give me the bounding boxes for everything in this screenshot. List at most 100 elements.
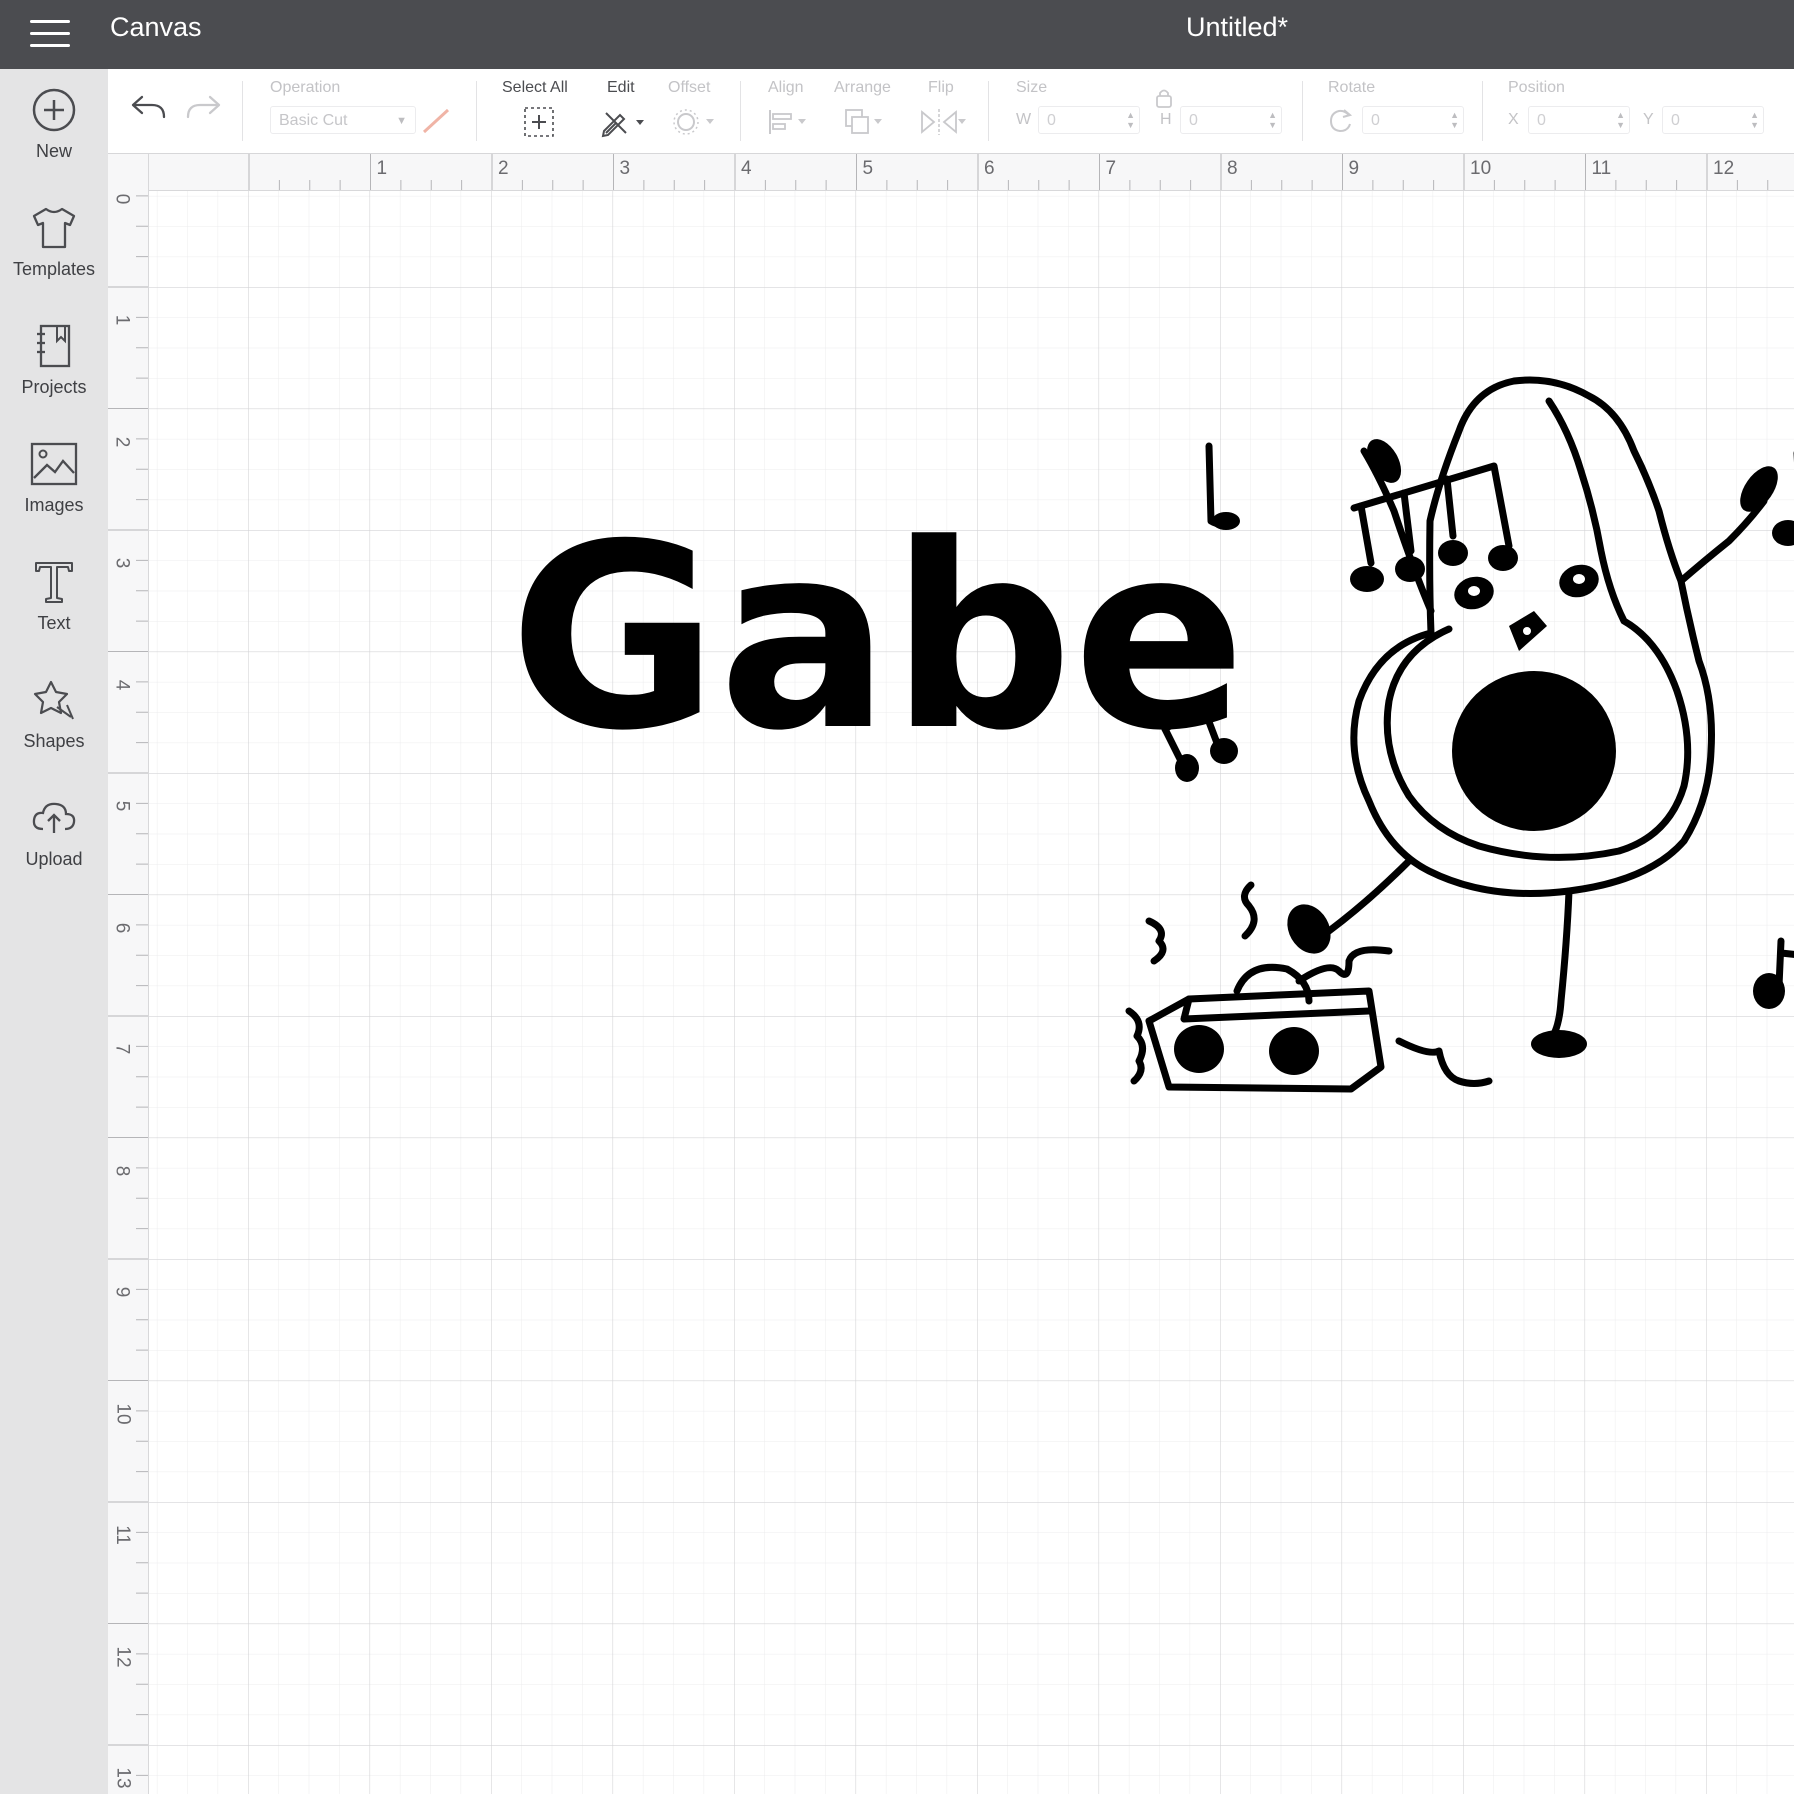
pos-y-label: Y <box>1643 111 1654 128</box>
ruler-left-label: 12 <box>112 1645 134 1668</box>
ruler-top-label: 10 <box>1470 158 1492 179</box>
stepper-icon[interactable]: ▲ ▼ <box>1750 110 1759 130</box>
stepper-icon[interactable]: ▲ ▼ <box>1268 110 1277 130</box>
sidebar-item-projects[interactable]: Projects <box>0 315 108 425</box>
select-all-label: Select All <box>502 79 568 96</box>
ruler-top-label: 6 <box>984 158 995 179</box>
sidebar-item-shapes[interactable]: Shapes <box>0 669 108 779</box>
app-title: Canvas <box>110 12 202 42</box>
ruler-left-label: 1 <box>111 314 133 326</box>
pos-x-label: X <box>1508 111 1519 128</box>
flip-icon[interactable] <box>918 107 968 137</box>
left-sidebar: New Templates Projects Images Text Shape… <box>0 69 109 1794</box>
position-y-value: 0 <box>1671 112 1680 129</box>
design-canvas[interactable]: Gabe <box>149 191 1794 1794</box>
stepper-icon[interactable]: ▲ ▼ <box>1450 110 1459 130</box>
ruler-top-label: 11 <box>1591 158 1612 179</box>
position-x-input[interactable]: 0 ▲ ▼ <box>1528 106 1630 134</box>
sidebar-item-label: Text <box>37 613 71 633</box>
size-label: Size <box>1016 79 1048 96</box>
ruler-left-ticks <box>108 195 148 1776</box>
ruler-left-label: 9 <box>111 1286 133 1298</box>
sidebar-item-new[interactable]: New <box>0 79 108 189</box>
hamburger-icon[interactable] <box>30 14 70 54</box>
ruler-left-label: 5 <box>111 800 133 812</box>
ruler-top-ticks <box>248 154 1769 190</box>
flip-label: Flip <box>928 79 954 96</box>
ruler-top-label: 12 <box>1713 158 1735 179</box>
linetype-color-swatch[interactable] <box>420 106 452 136</box>
select-all-icon[interactable] <box>522 105 556 139</box>
plus-circle-icon <box>32 88 76 132</box>
ruler-left-label: 4 <box>111 679 133 690</box>
sidebar-item-label: Shapes <box>23 731 85 751</box>
ruler-top-label: 9 <box>1348 158 1360 179</box>
avocado-dancing-boombox-image[interactable] <box>969 281 1794 1141</box>
ruler-left-label: 11 <box>111 1525 133 1545</box>
size-w-label: W <box>1016 111 1032 128</box>
size-width-input[interactable]: 0 ▲ ▼ <box>1038 106 1140 134</box>
ruler-left: 0 1 2 3 4 5 6 7 8 9 10 11 12 13 <box>108 154 149 1794</box>
top-bar: Canvas Untitled* <box>0 0 1794 69</box>
ruler-left-label: 8 <box>111 1165 133 1176</box>
ruler-left-label: 6 <box>111 922 133 933</box>
toolbar: Operation Basic Cut ▼ Select All Edit Of… <box>108 69 1794 154</box>
ruler-top-label: 8 <box>1227 158 1238 179</box>
position-label: Position <box>1508 79 1565 96</box>
stepper-icon[interactable]: ▲ ▼ <box>1616 110 1625 130</box>
rotate-input[interactable]: 0 ▲ ▼ <box>1362 106 1464 134</box>
sidebar-item-label: Images <box>24 495 84 515</box>
arrange-label: Arrange <box>834 79 891 96</box>
image-icon <box>30 442 78 486</box>
stepper-icon[interactable]: ▲ ▼ <box>1126 110 1135 130</box>
offset-label: Offset <box>668 79 711 96</box>
operation-label: Operation <box>270 79 341 96</box>
ruler-left-label: 0 <box>111 193 133 204</box>
text-t-icon <box>35 562 73 603</box>
ruler-top-label: 2 <box>498 158 509 179</box>
undo-icon[interactable] <box>130 93 168 123</box>
operation-select[interactable]: Basic Cut ▼ <box>270 106 416 134</box>
shapes-icon <box>33 680 74 720</box>
position-y-input[interactable]: 0 ▲ ▼ <box>1662 106 1764 134</box>
size-width-value: 0 <box>1047 112 1056 129</box>
rotate-label: Rotate <box>1328 79 1376 96</box>
align-icon[interactable] <box>766 107 812 137</box>
notebook-icon <box>37 324 71 368</box>
edit-tools-icon[interactable] <box>598 105 646 139</box>
sidebar-item-label: Templates <box>12 259 96 279</box>
sidebar-item-label: Projects <box>21 377 87 397</box>
size-height-input[interactable]: 0 ▲ ▼ <box>1180 106 1282 134</box>
chevron-down-icon: ▼ <box>396 115 407 127</box>
sidebar-item-upload[interactable]: Upload <box>0 787 108 897</box>
sidebar-item-text[interactable]: Text <box>0 551 108 661</box>
ruler-left-label: 7 <box>111 1043 133 1055</box>
cloud-upload-icon <box>32 802 76 833</box>
ruler-top-label: 1 <box>376 158 388 179</box>
size-h-label: H <box>1160 111 1172 128</box>
ruler-top-label: 7 <box>1105 158 1117 179</box>
operation-value: Basic Cut <box>279 112 348 129</box>
ruler-left-label: 13 <box>112 1767 134 1789</box>
position-x-value: 0 <box>1537 112 1546 129</box>
sidebar-item-label: New <box>35 141 72 161</box>
rotate-icon <box>1329 109 1353 133</box>
ruler-left-label: 10 <box>112 1402 134 1425</box>
ruler-top: 12345678910111213 <box>108 154 1794 191</box>
size-height-value: 0 <box>1189 112 1198 129</box>
ruler-top-label: 3 <box>619 158 631 179</box>
sidebar-item-images[interactable]: Images <box>0 433 108 543</box>
sidebar-item-templates[interactable]: Templates <box>0 197 108 307</box>
ruler-top-label: 5 <box>862 158 874 179</box>
tshirt-icon <box>32 207 76 249</box>
sidebar-item-label: Upload <box>25 849 83 869</box>
edit-label: Edit <box>607 79 635 96</box>
arrange-icon[interactable] <box>842 107 888 137</box>
offset-icon[interactable] <box>672 107 718 137</box>
rotate-value: 0 <box>1371 112 1380 129</box>
lock-icon[interactable] <box>1152 87 1176 109</box>
redo-icon[interactable] <box>184 93 222 123</box>
document-title[interactable]: Untitled* <box>1132 10 1342 44</box>
ruler-left-label: 2 <box>111 436 133 447</box>
ruler-top-label: 4 <box>741 158 752 179</box>
